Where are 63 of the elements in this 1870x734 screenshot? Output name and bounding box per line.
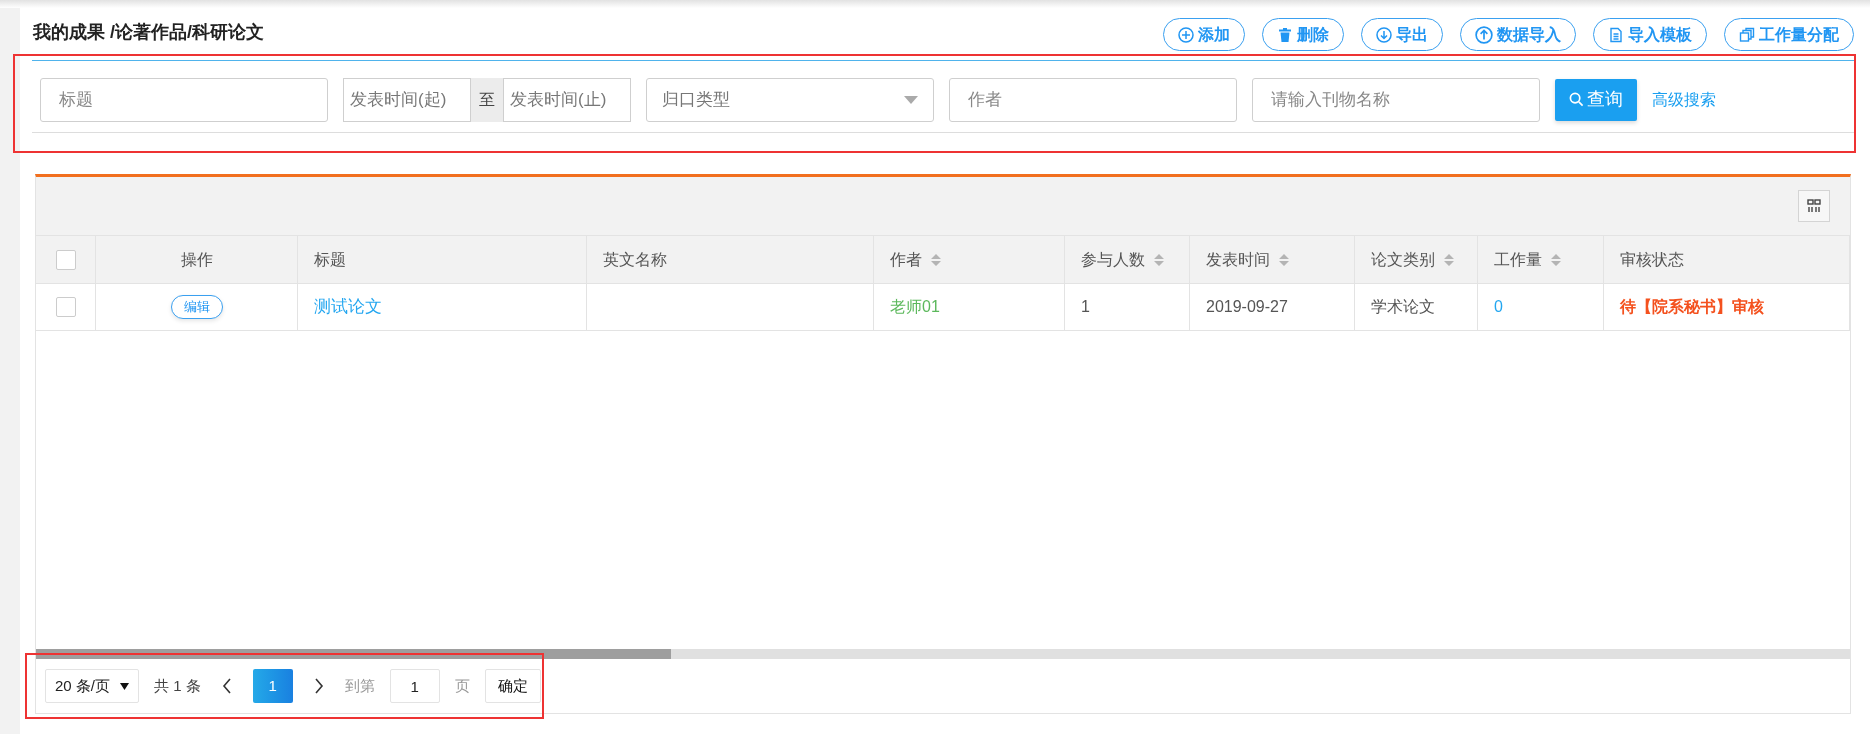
- search-icon: [1569, 92, 1584, 107]
- column-header: 标题: [314, 249, 346, 270]
- toolbar-button[interactable]: 数据导入: [1460, 18, 1576, 51]
- sort-icon[interactable]: [1153, 252, 1165, 267]
- journal-input-field[interactable]: 请输入刊物名称: [1252, 77, 1540, 122]
- date-range-field[interactable]: 发表时间(起) 至 发表时间(止): [343, 77, 631, 122]
- previous-page-icon[interactable]: [221, 678, 232, 694]
- category-select[interactable]: 归口类型: [646, 77, 934, 122]
- breadcrumb-title: 我的成果 /论著作品/科研论文: [32, 21, 264, 44]
- column-header: 操作: [180, 249, 213, 270]
- column-header: 英文名称: [603, 249, 667, 270]
- table-cell-text: 老师01: [890, 297, 940, 317]
- table-cell-text: 学术论文: [1371, 297, 1435, 317]
- stacked-cards-icon: [1739, 26, 1755, 43]
- total-count: 共 1 条: [154, 675, 201, 696]
- advanced-search-link[interactable]: 高级搜索: [1652, 87, 1716, 112]
- status-text: 待【院系秘书】审核: [1620, 297, 1764, 317]
- toolbar-button[interactable]: 导入模板: [1593, 18, 1707, 51]
- plus-circle-icon: [1178, 26, 1194, 43]
- dropdown-caret-icon: [120, 682, 130, 690]
- upload-circle-icon: [1475, 25, 1493, 44]
- page-size-select[interactable]: 20 条/页: [45, 669, 140, 703]
- row-checkbox[interactable]: [55, 297, 76, 317]
- edit-button[interactable]: 编辑: [170, 295, 223, 319]
- goto-label: 到第: [344, 675, 375, 696]
- sort-icon[interactable]: [930, 252, 942, 267]
- toolbar-button[interactable]: 导出: [1361, 18, 1443, 51]
- toolbar-button[interactable]: 删除: [1262, 18, 1344, 51]
- table-cell-text: 1: [1081, 297, 1090, 317]
- title-link[interactable]: 测试论文: [314, 294, 382, 320]
- column-header: 作者: [890, 249, 922, 270]
- sort-icon[interactable]: [1443, 252, 1455, 267]
- next-page-icon[interactable]: [313, 678, 324, 694]
- start-date-field[interactable]: 发表时间(起): [343, 77, 471, 122]
- sort-icon[interactable]: [1278, 252, 1290, 267]
- dropdown-caret-icon: [904, 95, 918, 104]
- page-number-field[interactable]: 1: [389, 669, 440, 703]
- toolbar-button[interactable]: 添加: [1163, 18, 1245, 51]
- column-header: 论文类别: [1371, 249, 1435, 270]
- sort-icon[interactable]: [1550, 252, 1562, 267]
- column-header: 参与人数: [1081, 249, 1145, 270]
- end-date-field[interactable]: 发表时间(止): [503, 77, 631, 122]
- trash-icon: [1277, 26, 1293, 43]
- select-all-checkbox[interactable]: [55, 249, 76, 270]
- table-cell-text: 2019-09-27: [1206, 297, 1288, 317]
- confirm-button[interactable]: 确定: [484, 669, 541, 703]
- workload-link[interactable]: 0: [1494, 295, 1503, 319]
- download-circle-icon: [1376, 26, 1392, 43]
- column-header: 发表时间: [1206, 249, 1270, 270]
- grid-icon: [1807, 199, 1821, 213]
- document-icon: [1608, 26, 1624, 43]
- toolbar-button[interactable]: 工作量分配: [1724, 18, 1854, 51]
- search-button[interactable]: 查询: [1555, 78, 1637, 121]
- column-header: 工作量: [1494, 249, 1542, 270]
- column-settings-button[interactable]: [1798, 190, 1830, 222]
- title-input-field[interactable]: 标题: [40, 77, 328, 122]
- horizontal-scrollbar[interactable]: [36, 649, 1850, 659]
- range-separator: 至: [471, 77, 503, 122]
- scrollbar-thumb[interactable]: [36, 649, 671, 659]
- author-input-field[interactable]: 作者: [949, 77, 1237, 122]
- column-header: 审核状态: [1620, 249, 1684, 270]
- page-unit-label: 页: [454, 675, 470, 696]
- page-number-button[interactable]: 1: [252, 669, 293, 703]
